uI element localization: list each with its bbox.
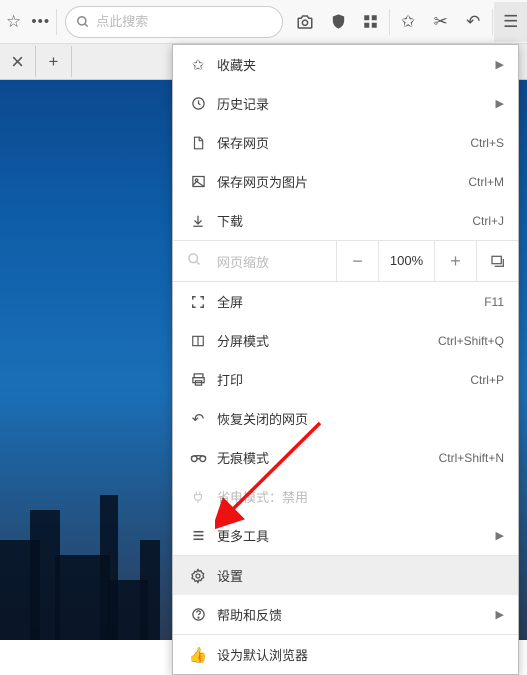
favorite-add-icon[interactable]: ✩ <box>392 2 425 42</box>
search-box[interactable] <box>65 6 283 38</box>
menu-save-page[interactable]: 保存网页 Ctrl+S <box>173 123 518 162</box>
chevron-right-icon: ▶ <box>496 97 504 110</box>
separator <box>492 9 493 35</box>
clock-icon <box>187 96 209 111</box>
scissors-icon[interactable]: ✂ <box>424 2 457 42</box>
camera-icon[interactable] <box>289 2 322 42</box>
gear-icon <box>187 568 209 584</box>
menu-settings[interactable]: 设置 <box>173 556 518 595</box>
page-icon <box>187 136 209 150</box>
menu-label: 恢复关闭的网页 <box>217 409 504 428</box>
menu-label: 保存网页 <box>217 133 470 152</box>
menu-incognito[interactable]: 无痕模式 Ctrl+Shift+N <box>173 438 518 477</box>
shortcut: Ctrl+P <box>470 373 504 387</box>
menu-label: 省电模式：禁用 <box>217 487 504 506</box>
menu-label: 下载 <box>217 211 472 230</box>
menu-help[interactable]: 帮助和反馈 ▶ <box>173 595 518 634</box>
shortcut: Ctrl+Shift+Q <box>438 334 504 348</box>
mask-icon <box>187 452 209 464</box>
tab-new-icon[interactable]: + <box>36 46 72 77</box>
chevron-right-icon: ▶ <box>496 58 504 71</box>
menu-reopen-closed[interactable]: ↶ 恢复关闭的网页 <box>173 399 518 438</box>
menu-power-save: 省电模式：禁用 <box>173 477 518 516</box>
menu-label: 历史记录 <box>217 94 490 113</box>
zoom-out-button[interactable]: − <box>336 240 378 282</box>
undo-icon[interactable]: ↶ <box>457 2 490 42</box>
separator <box>56 9 57 35</box>
chevron-right-icon: ▶ <box>496 608 504 621</box>
tab-close-icon[interactable]: × <box>0 46 36 77</box>
menu-label: 帮助和反馈 <box>217 605 490 624</box>
menu-label: 无痕模式 <box>217 448 439 467</box>
shortcut: Ctrl+S <box>470 136 504 150</box>
search-input[interactable] <box>96 14 272 29</box>
zoom-row: 网页缩放 − 100% + <box>173 240 518 282</box>
zoom-in-button[interactable]: + <box>434 240 476 282</box>
shortcut: Ctrl+Shift+N <box>439 451 504 465</box>
print-icon <box>187 372 209 387</box>
menu-label: 设为默认浏览器 <box>217 645 504 664</box>
chevron-right-icon: ▶ <box>496 529 504 542</box>
menu-set-default[interactable]: 👍 设为默认浏览器 <box>173 635 518 674</box>
plug-icon <box>187 490 209 504</box>
split-icon <box>187 334 209 348</box>
shortcut: Ctrl+M <box>468 175 504 189</box>
menu-download[interactable]: 下载 Ctrl+J <box>173 201 518 240</box>
separator <box>389 9 390 35</box>
fullscreen-icon <box>187 295 209 309</box>
menu-label: 设置 <box>217 566 504 585</box>
zoom-search-icon <box>187 252 209 271</box>
main-menu: ✩ 收藏夹 ▶ 历史记录 ▶ 保存网页 Ctrl+S 保存网页为图片 Ctrl+… <box>172 44 519 675</box>
more-dots-icon[interactable]: ••• <box>27 2 54 42</box>
menu-print[interactable]: 打印 Ctrl+P <box>173 360 518 399</box>
menu-favorites[interactable]: ✩ 收藏夹 ▶ <box>173 45 518 84</box>
shield-icon[interactable] <box>322 2 355 42</box>
download-icon <box>187 214 209 228</box>
shortcut: Ctrl+J <box>472 214 504 228</box>
help-icon <box>187 607 209 622</box>
zoom-value: 100% <box>378 240 434 282</box>
undo-icon: ↶ <box>187 410 209 428</box>
menu-label: 全屏 <box>217 292 484 311</box>
star-icon: ✩ <box>187 56 209 74</box>
menu-fullscreen[interactable]: 全屏 F11 <box>173 282 518 321</box>
menu-split-screen[interactable]: 分屏模式 Ctrl+Shift+Q <box>173 321 518 360</box>
menu-save-image[interactable]: 保存网页为图片 Ctrl+M <box>173 162 518 201</box>
thumbs-up-icon: 👍 <box>187 646 209 664</box>
menu-history[interactable]: 历史记录 ▶ <box>173 84 518 123</box>
apps-grid-icon[interactable] <box>354 2 387 42</box>
zoom-label: 网页缩放 <box>217 252 269 271</box>
menu-label: 分屏模式 <box>217 331 438 350</box>
image-icon <box>187 174 209 189</box>
menu-label: 收藏夹 <box>217 55 490 74</box>
menu-more-tools[interactable]: 更多工具 ▶ <box>173 516 518 555</box>
list-icon <box>187 528 209 543</box>
menu-label: 保存网页为图片 <box>217 172 468 191</box>
hamburger-menu-icon[interactable]: ☰ <box>494 2 527 42</box>
menu-label: 打印 <box>217 370 470 389</box>
search-icon <box>76 15 90 29</box>
bookmark-star-icon[interactable]: ☆ <box>0 2 27 42</box>
menu-label: 更多工具 <box>217 526 490 545</box>
shortcut: F11 <box>484 295 504 309</box>
zoom-reset-button[interactable] <box>476 240 518 282</box>
